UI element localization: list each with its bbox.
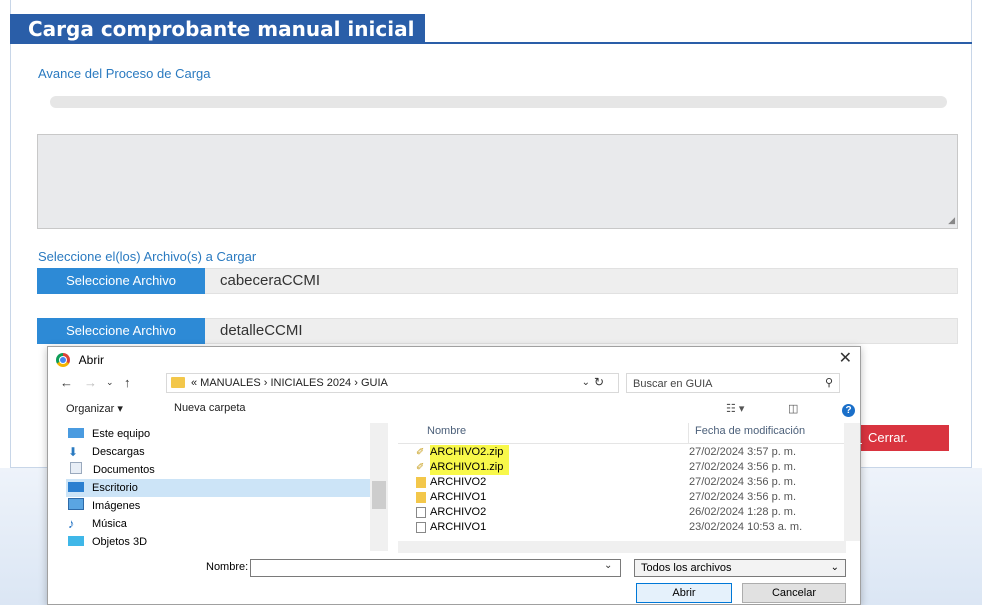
chrome-icon <box>56 353 70 367</box>
tree-item-music[interactable]: ♪ Música <box>68 515 386 533</box>
file-input-header: Seleccione Archivo cabeceraCCMI <box>37 268 958 294</box>
progress-bar <box>50 96 947 108</box>
file-item[interactable]: ARCHIVO1 27/02/2024 3:56 p. m. <box>410 490 850 505</box>
help-icon[interactable]: ? <box>842 404 855 417</box>
dialog-title: Abrir <box>78 353 105 367</box>
dialog-toolbar: Organizar ▾ Nueva carpeta ☷ ▾ ◫ ? <box>48 399 860 421</box>
tree-item-desktop[interactable]: Escritorio <box>66 479 384 497</box>
file-item-date: 23/02/2024 10:53 a. m. <box>689 521 803 533</box>
file-item[interactable]: ARCHIVO2 26/02/2024 1:28 p. m. <box>410 505 850 520</box>
close-button[interactable]: Cerrar. <box>858 425 949 451</box>
tree-item-3d-objects[interactable]: Objetos 3D <box>68 533 386 551</box>
file-item-name: ARCHIVO1 <box>430 491 487 503</box>
tree-item-this-pc[interactable]: Este equipo <box>68 425 386 443</box>
file-item-date: 27/02/2024 3:56 p. m. <box>689 491 797 503</box>
select-file-button-header[interactable]: Seleccione Archivo <box>37 268 205 294</box>
select-files-label: Seleccione el(los) Archivo(s) a Cargar <box>38 249 257 264</box>
recent-chevron-icon[interactable]: ⌄ <box>106 377 114 388</box>
open-file-dialog: Abrir ✕ ← → ⌄ ↑ « MANUALES › INICIALES 2… <box>47 346 862 605</box>
back-arrow-icon[interactable]: ← <box>60 375 73 390</box>
file-item-date: 27/02/2024 3:56 p. m. <box>689 461 797 473</box>
address-path: « MANUALES › INICIALES 2024 › GUIA <box>191 377 388 389</box>
zip-file-icon: ✐ <box>416 447 425 458</box>
search-icon[interactable]: ⚲ <box>825 376 833 389</box>
up-arrow-icon[interactable]: ↑ <box>124 375 131 390</box>
file-item[interactable]: ARCHIVO2 27/02/2024 3:56 p. m. <box>410 475 850 490</box>
computer-icon <box>68 428 84 438</box>
dialog-navbar: ← → ⌄ ↑ « MANUALES › INICIALES 2024 › GU… <box>48 372 860 396</box>
zip-folder-icon <box>416 492 426 503</box>
progress-label: Avance del Proceso de Carga <box>38 66 211 81</box>
column-separator[interactable] <box>688 423 689 443</box>
organize-button[interactable]: Organizar ▾ <box>66 402 123 415</box>
file-list-hscrollbar[interactable] <box>398 541 846 553</box>
resize-grip-icon[interactable]: ◢ <box>948 215 955 226</box>
dialog-titlebar: Abrir <box>56 350 104 370</box>
chevron-down-icon: ⌄ <box>830 562 839 573</box>
column-date[interactable]: Fecha de modificación <box>695 425 805 437</box>
page: Carga comprobante manual inicial Avance … <box>0 0 982 605</box>
search-input[interactable] <box>627 374 815 394</box>
view-options-icon[interactable]: ☷ ▾ <box>726 402 744 415</box>
file-item-name: ARCHIVO2 <box>430 506 487 518</box>
file-item-name: ARCHIVO1 <box>430 521 487 533</box>
objects3d-icon <box>68 536 84 546</box>
open-button[interactable]: Abrir <box>636 583 732 603</box>
file-name-header: cabeceraCCMI <box>220 272 321 289</box>
file-input-detail: Seleccione Archivo detalleCCMI <box>37 318 958 344</box>
file-item-date: 27/02/2024 3:57 p. m. <box>689 446 797 458</box>
documents-icon <box>70 462 82 474</box>
preview-pane-icon[interactable]: ◫ <box>788 402 798 415</box>
filename-dropdown-icon[interactable]: ⌄ <box>604 560 612 571</box>
download-icon: ⬇ <box>68 445 79 459</box>
file-list-header: Nombre Fecha de modificación <box>398 423 862 444</box>
images-icon <box>68 498 84 510</box>
cancel-button[interactable]: Cancelar <box>742 583 846 603</box>
file-item[interactable]: ✐ ARCHIVO1.zip 27/02/2024 3:56 p. m. <box>410 460 850 475</box>
tree-item-images[interactable]: Imágenes <box>68 497 386 515</box>
address-bar[interactable]: « MANUALES › INICIALES 2024 › GUIA ⌄ <box>166 373 619 393</box>
file-item-name: ARCHIVO2 <box>430 476 487 488</box>
zip-file-icon: ✐ <box>416 462 425 473</box>
file-type-select[interactable]: Todos los archivos ⌄ <box>634 559 846 577</box>
tree-scroll-thumb[interactable] <box>372 481 386 509</box>
filename-label: Nombre: <box>206 561 249 573</box>
file-list-vscrollbar[interactable] <box>844 423 860 541</box>
music-icon: ♪ <box>68 516 75 531</box>
address-chevron-icon[interactable]: ⌄ <box>582 374 590 392</box>
navigation-tree: Este equipo ⬇ Descargas Documentos Escrit… <box>48 423 388 553</box>
file-item-name: ARCHIVO2.zip <box>430 445 510 460</box>
column-name[interactable]: Nombre <box>427 425 466 437</box>
file-item-date: 27/02/2024 3:56 p. m. <box>689 476 797 488</box>
forward-arrow-icon[interactable]: → <box>84 375 97 390</box>
tree-item-downloads[interactable]: ⬇ Descargas <box>68 443 386 461</box>
file-type-value: Todos los archivos <box>641 562 732 574</box>
log-textarea[interactable]: ◢ <box>37 134 958 229</box>
tree-scrollbar[interactable] <box>370 423 388 551</box>
filename-input[interactable] <box>250 559 621 577</box>
refresh-icon[interactable]: ↻ <box>594 375 604 389</box>
text-file-icon <box>416 507 426 518</box>
select-file-button-detail[interactable]: Seleccione Archivo <box>37 318 205 344</box>
new-folder-button[interactable]: Nueva carpeta <box>174 402 246 414</box>
file-name-detail: detalleCCMI <box>220 322 303 339</box>
tree-item-documents[interactable]: Documentos <box>68 461 386 479</box>
zip-folder-icon <box>416 477 426 488</box>
search-box: ⚲ <box>626 373 840 394</box>
file-item-date: 26/02/2024 1:28 p. m. <box>689 506 797 518</box>
file-item[interactable]: ARCHIVO1 23/02/2024 10:53 a. m. <box>410 520 850 535</box>
file-item[interactable]: ✐ ARCHIVO2.zip 27/02/2024 3:57 p. m. <box>410 445 850 460</box>
folder-icon <box>171 377 185 388</box>
desktop-icon <box>68 482 84 492</box>
page-title: Carga comprobante manual inicial <box>10 14 425 44</box>
text-file-icon <box>416 522 426 533</box>
file-item-name: ARCHIVO1.zip <box>430 460 510 475</box>
dialog-close-icon[interactable]: ✕ <box>839 349 852 369</box>
title-underline <box>425 42 972 44</box>
